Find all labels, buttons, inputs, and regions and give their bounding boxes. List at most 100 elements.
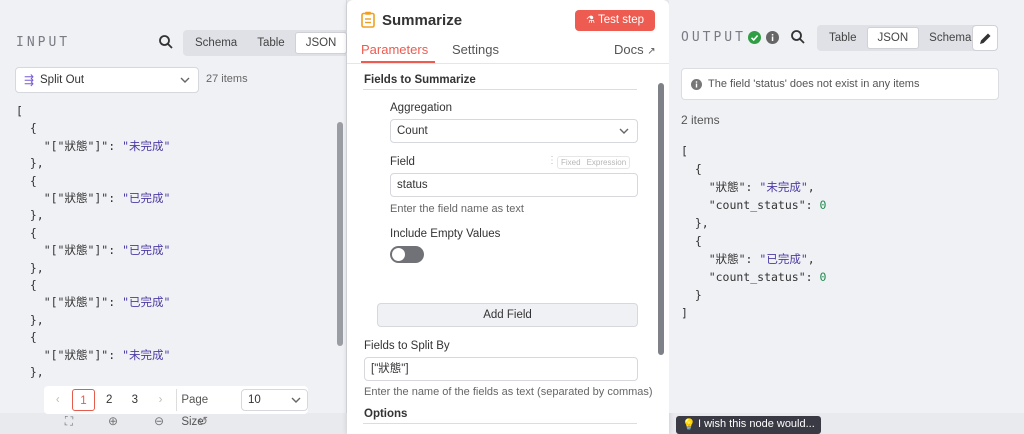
json-key: { [16, 173, 37, 188]
json-value: "未完成" [759, 180, 808, 194]
json-value: 0 [819, 270, 827, 284]
aggregation-value: Count [397, 125, 428, 137]
split-out-icon: ⇶ [24, 73, 35, 87]
search-icon[interactable] [790, 29, 806, 45]
json-line: } [681, 286, 826, 304]
feedback-link[interactable]: 💡 I wish this node would... [676, 416, 821, 434]
prev-page-button[interactable]: ‹ [46, 389, 70, 411]
divider [363, 89, 637, 90]
docs-label: Docs [614, 42, 644, 57]
aggregation-select[interactable]: Count [390, 119, 638, 143]
split-by-label: Fields to Split By [364, 340, 450, 352]
json-line: { [16, 277, 170, 294]
field-mode-toggle[interactable]: Fixed Expression [557, 156, 631, 169]
field-label: Field [390, 156, 415, 168]
options-header: Options [364, 408, 408, 420]
tab-table[interactable]: Table [247, 32, 295, 54]
input-view-tabs: Schema Table JSON [183, 30, 350, 56]
tab-json[interactable]: JSON [866, 27, 920, 49]
include-empty-toggle[interactable] [390, 246, 424, 263]
json-line: "["狀態"]": "未完成" [16, 347, 171, 364]
output-notice: The field 'status' does not exist in any… [681, 68, 999, 100]
json-line: }, [16, 260, 170, 277]
mode-fixed[interactable]: Fixed [558, 157, 584, 168]
test-step-button[interactable]: ⚗ Test step [575, 10, 655, 31]
fit-view-icon[interactable]: ⛶ [60, 412, 78, 430]
json-line: ] [681, 304, 826, 322]
json-key: [ [16, 104, 23, 118]
page-size-select[interactable]: 10 [240, 389, 309, 411]
json-line: "["狀態"]": "已完成" [16, 242, 171, 259]
page-size-label: Page Size [176, 389, 237, 428]
json-value: "已完成" [122, 191, 171, 206]
page-3-button[interactable]: 3 [123, 389, 147, 411]
json-key: { [16, 225, 37, 240]
output-json-view: [ { "狀態": "未完成", "count_status": 0 }, { … [681, 142, 826, 322]
node-scrollbar[interactable] [658, 83, 664, 355]
json-key: }, [16, 260, 44, 275]
json-key: }, [16, 365, 44, 380]
next-page-button[interactable]: › [149, 389, 173, 411]
page-1-button[interactable]: 1 [71, 389, 96, 411]
json-line: }, [16, 312, 170, 329]
output-view-tabs: Table JSON Schema [817, 25, 984, 51]
mode-expression[interactable]: Expression [584, 157, 630, 168]
json-line: }, [16, 207, 170, 224]
tab-table[interactable]: Table [819, 27, 867, 49]
json-key: }, [681, 216, 709, 230]
json-line: { [681, 160, 826, 178]
zoom-out-icon[interactable]: ⊖ [150, 412, 168, 430]
zoom-in-icon[interactable]: ⊕ [104, 412, 122, 430]
node-title: Summarize [382, 12, 463, 29]
json-key: "["狀態"]": [16, 138, 123, 153]
json-line: "狀態": "已完成", [681, 250, 826, 268]
input-scrollbar[interactable] [337, 122, 343, 346]
pencil-icon [980, 33, 991, 44]
json-value: "已完成" [759, 252, 808, 266]
tab-settings[interactable]: Settings [452, 42, 499, 57]
search-icon[interactable] [158, 34, 174, 50]
json-key: { [681, 162, 702, 176]
json-key: }, [16, 208, 44, 223]
json-key: }, [16, 156, 44, 171]
json-separator: , [807, 180, 815, 194]
json-line: [ [681, 142, 826, 160]
info-icon [691, 79, 702, 90]
edit-output-button[interactable] [972, 25, 998, 51]
node-settings-panel: Summarize ⚗ Test step Parameters Setting… [347, 0, 669, 434]
lightbulb-icon: 💡 [682, 419, 696, 431]
input-title: INPUT [16, 35, 71, 50]
info-icon[interactable] [766, 31, 779, 44]
output-item-count: 2 items [681, 113, 720, 127]
tab-json[interactable]: JSON [294, 32, 348, 54]
aggregation-label: Aggregation [390, 102, 453, 114]
json-key: "["狀態"]": [16, 243, 123, 258]
docs-link[interactable]: Docs ↗ [614, 42, 656, 57]
page-2-button[interactable]: 2 [97, 389, 121, 411]
tab-parameters[interactable]: Parameters [361, 42, 428, 57]
notice-text: The field 'status' does not exist in any… [708, 78, 920, 90]
split-by-input[interactable]: ["狀態"] [364, 357, 638, 381]
json-line: { [16, 329, 170, 346]
node-tabs: Parameters Settings Docs ↗ [347, 40, 669, 64]
tab-schema[interactable]: Schema [185, 32, 247, 54]
json-key: { [681, 234, 702, 248]
json-key: "["狀態"]": [16, 295, 123, 310]
page-size-value: 10 [247, 394, 261, 406]
json-key: }, [16, 312, 44, 327]
json-line: "count_status": 0 [681, 268, 827, 286]
add-field-button[interactable]: Add Field [377, 303, 638, 327]
drag-handle-icon[interactable]: ⋮ [547, 155, 557, 166]
chevron-down-icon [619, 128, 629, 134]
json-key: ] [681, 306, 688, 320]
json-line: "["狀態"]": "已完成" [16, 190, 171, 207]
json-line: { [681, 232, 826, 250]
flask-icon: ⚗ [586, 15, 595, 26]
json-line: "狀態": "未完成", [681, 178, 826, 196]
success-check-icon [748, 31, 761, 44]
json-line: }, [16, 364, 170, 381]
field-input[interactable]: status [390, 173, 638, 197]
input-node-select[interactable]: ⇶ Split Out [15, 67, 199, 93]
chevron-down-icon [291, 397, 301, 403]
split-by-hint: Enter the name of the fields as text (se… [364, 386, 653, 398]
